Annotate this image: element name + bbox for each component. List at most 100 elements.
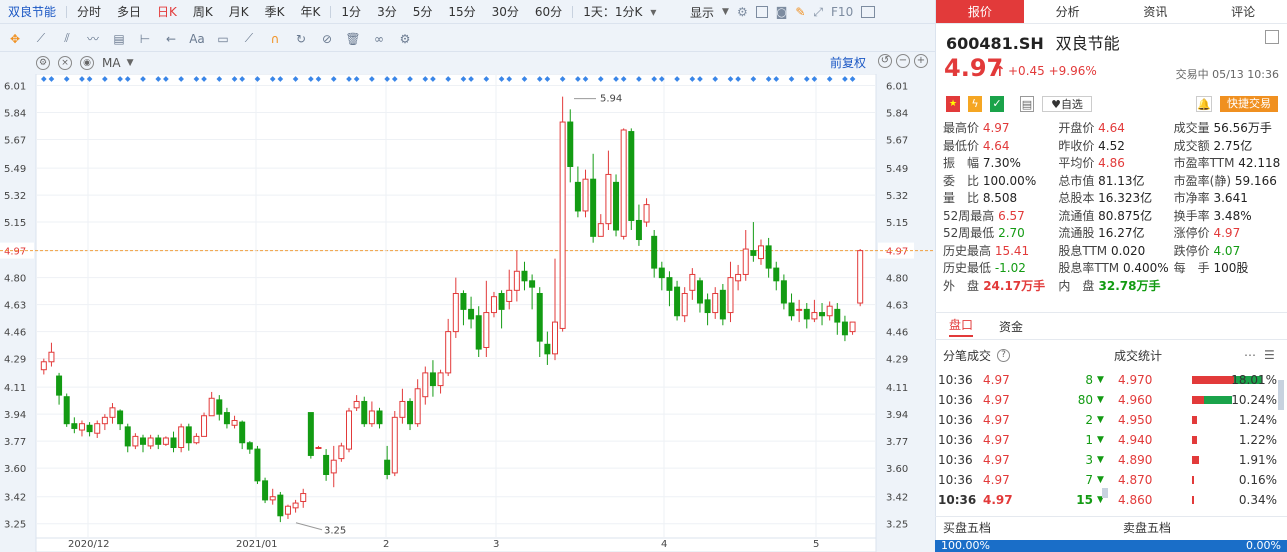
menu-icon[interactable]: ☰ bbox=[1264, 348, 1275, 362]
bell-icon[interactable]: 🔔 bbox=[1196, 96, 1212, 112]
zoom-in-icon[interactable]: + bbox=[914, 54, 928, 68]
period-tab-2[interactable]: 多日 bbox=[109, 0, 149, 24]
candle-body bbox=[185, 426, 192, 444]
period-tab-8[interactable]: 1分 bbox=[333, 0, 369, 24]
period-tab-10[interactable]: 5分 bbox=[405, 0, 441, 24]
candle-body bbox=[803, 308, 810, 320]
camera-icon[interactable]: ◙ bbox=[776, 5, 788, 19]
stat-row: 4.890 1.91% bbox=[1112, 450, 1277, 470]
field-value: -1.02 bbox=[991, 261, 1026, 275]
period-tab-12[interactable]: 30分 bbox=[484, 0, 527, 24]
gear-icon[interactable]: ⚙ bbox=[394, 29, 416, 49]
eye-icon[interactable]: ◉ bbox=[80, 56, 94, 70]
tab-comments[interactable]: 评论 bbox=[1199, 0, 1287, 23]
period-tab-13[interactable]: 60分 bbox=[527, 0, 570, 24]
scrollbar[interactable] bbox=[1278, 380, 1284, 410]
y-tick-label-left: 3.60 bbox=[4, 464, 26, 475]
tick-time: 10:36 bbox=[938, 373, 973, 387]
candle-body bbox=[292, 502, 299, 509]
stock-name: 双良节能 bbox=[1055, 34, 1120, 53]
ruler-icon[interactable]: ⟋ bbox=[238, 29, 260, 49]
pencil-icon[interactable]: ✎ bbox=[795, 5, 805, 19]
candle-body bbox=[124, 426, 131, 447]
line-tool-icon[interactable]: ⟋ bbox=[30, 29, 52, 49]
delete-icon[interactable]: 🗑 bbox=[342, 29, 364, 49]
quote-field: 开盘价 4.64 bbox=[1058, 120, 1173, 138]
candle-body bbox=[330, 459, 337, 474]
tab-capital[interactable]: 资金 bbox=[999, 318, 1023, 335]
candle-body bbox=[414, 388, 421, 425]
magnet-icon[interactable]: ∩ bbox=[264, 29, 286, 49]
quick-trade-button[interactable]: 快捷交易 bbox=[1220, 96, 1278, 112]
settings-icon[interactable]: ⚙ bbox=[737, 5, 748, 19]
period-tab-3[interactable]: 日K bbox=[149, 0, 185, 24]
candle-body bbox=[788, 302, 795, 317]
stat-row: 4.870 0.16% bbox=[1112, 470, 1277, 490]
period-tab-14[interactable]: 1天：1分K bbox=[575, 0, 650, 24]
fullscreen-icon[interactable]: ⤢ bbox=[813, 5, 823, 20]
tab-orderbook[interactable]: 盘口 bbox=[949, 316, 974, 337]
quote-field: 委 比 100.00% bbox=[943, 173, 1058, 191]
field-label: 最低价 bbox=[943, 138, 980, 153]
fib-tool-icon[interactable]: ▤ bbox=[108, 29, 130, 49]
candle-body bbox=[529, 280, 536, 288]
price-change: +0.45 +9.96% bbox=[1008, 64, 1097, 78]
refresh-icon[interactable]: ↻ bbox=[290, 29, 312, 49]
tick-row: 10:36 4.97 15 ▼ bbox=[935, 490, 1110, 510]
popout-icon[interactable] bbox=[1265, 30, 1279, 44]
help-icon[interactable]: ? bbox=[997, 348, 1011, 362]
settings-icon[interactable]: ⚙ bbox=[36, 56, 50, 70]
crosshair-icon[interactable]: ✥ bbox=[4, 29, 26, 49]
quote-field: 市净率 3.641 bbox=[1174, 190, 1283, 208]
wave-tool-icon[interactable]: 〰 bbox=[82, 29, 104, 49]
notes-icon[interactable]: ▤ bbox=[1020, 96, 1034, 112]
field-label: 历史最低 bbox=[943, 261, 992, 275]
comment-tool-icon[interactable]: ▭ bbox=[212, 29, 234, 49]
adjust-mode[interactable]: 前复权 bbox=[830, 52, 866, 74]
period-tab-1[interactable]: 分时 bbox=[69, 0, 109, 24]
link-icon[interactable]: ∞ bbox=[368, 29, 390, 49]
candle-body bbox=[758, 245, 764, 260]
trade-status: 交易中 05/13 10:36 bbox=[1175, 68, 1279, 81]
tab-analysis[interactable]: 分析 bbox=[1024, 0, 1112, 23]
chevron-down-icon: ▾ bbox=[650, 4, 657, 19]
period-tab-7[interactable]: 年K bbox=[293, 0, 329, 24]
period-tab-5[interactable]: 月K bbox=[221, 0, 257, 24]
arrow-tool-icon[interactable]: ← bbox=[160, 29, 182, 49]
hide-icon[interactable]: ⊘ bbox=[316, 29, 338, 49]
candle-body bbox=[254, 448, 261, 482]
range-tool-icon[interactable]: ⊢ bbox=[134, 29, 156, 49]
stat-row: 4.960 10.24% bbox=[1112, 390, 1277, 410]
chevron-down-icon[interactable]: ▼ bbox=[127, 58, 134, 68]
zoom-out-icon[interactable]: − bbox=[896, 54, 910, 68]
period-tab-4[interactable]: 周K bbox=[185, 0, 221, 24]
candle-body bbox=[620, 129, 627, 237]
tick-price: 4.97 bbox=[983, 453, 1010, 467]
scrollbar-thumb-small[interactable] bbox=[1102, 488, 1108, 498]
candle-body bbox=[483, 312, 490, 348]
quote-row: 52周最低 2.70 流通股 16.27亿 涨停价 4.97 bbox=[943, 225, 1283, 243]
close-icon[interactable]: × bbox=[58, 56, 72, 70]
ma-label[interactable]: MA bbox=[102, 56, 121, 70]
stat-price: 4.940 bbox=[1118, 433, 1153, 447]
tick-volume: 1 bbox=[1085, 433, 1093, 447]
checkbox-icon[interactable] bbox=[755, 6, 768, 18]
field-label: 开盘价 bbox=[1058, 121, 1095, 135]
period-tab-9[interactable]: 3分 bbox=[369, 0, 405, 24]
add-watchlist-button[interactable]: ♥自选 bbox=[1042, 96, 1092, 112]
tab-news[interactable]: 资讯 bbox=[1112, 0, 1200, 23]
layout-icon[interactable] bbox=[861, 6, 876, 18]
verified-icon: ✓ bbox=[990, 96, 1004, 112]
more-icon[interactable]: ⋯ bbox=[1244, 348, 1256, 362]
period-tab-6[interactable]: 季K bbox=[257, 0, 293, 24]
channel-tool-icon[interactable]: ⫽ bbox=[56, 29, 78, 49]
display-menu[interactable]: 显示 bbox=[690, 4, 714, 21]
candlestick-chart[interactable]: 6.01 6.01 5.84 5.84 5.67 5.67 5.49 5.49 5.32 5.32… bbox=[0, 74, 935, 552]
reset-icon[interactable]: ↺ bbox=[878, 54, 892, 68]
candle-body bbox=[40, 361, 47, 371]
period-tab-0[interactable]: 双良节能 bbox=[0, 0, 64, 24]
period-tab-11[interactable]: 15分 bbox=[440, 0, 483, 24]
f10-button[interactable]: F10 bbox=[831, 5, 853, 19]
tab-quote[interactable]: 报价 bbox=[936, 0, 1024, 23]
text-tool-icon[interactable]: Aa bbox=[186, 29, 208, 49]
